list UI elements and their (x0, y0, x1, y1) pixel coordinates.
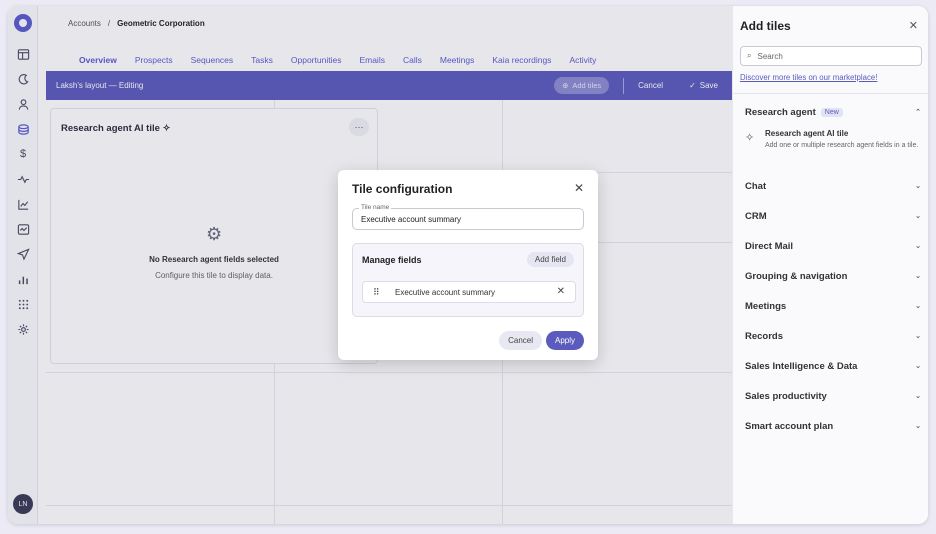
tile-option-title: Research agent AI tile (765, 129, 849, 138)
drag-handle-icon[interactable]: ⠿ (373, 287, 380, 298)
section-chat[interactable]: Chat ⌄ (745, 179, 921, 193)
tile-name-input[interactable]: Executive account summary (361, 215, 461, 224)
section-research-agent[interactable]: Research agent New ⌃ (745, 105, 921, 119)
chevron-down-icon: ⌄ (915, 183, 921, 190)
section-label: Records (745, 330, 784, 342)
section-label: Sales productivity (745, 390, 827, 402)
section-label: Chat (745, 180, 767, 192)
marketplace-link[interactable]: Discover more tiles on our marketplace! (740, 73, 877, 82)
add-field-button[interactable]: Add field (526, 252, 574, 267)
tile-configuration-modal: Tile configuration ✕ Tile name Executive… (338, 170, 598, 360)
cancel-button[interactable]: Cancel (499, 331, 542, 350)
app-window: $ LN Accounts / Geometric Corporation Ov… (8, 6, 928, 524)
section-sales-productivity[interactable]: Sales productivity ⌄ (745, 389, 921, 403)
search-placeholder: Search (757, 51, 783, 61)
section-sales-intelligence[interactable]: Sales Intelligence & Data ⌄ (745, 359, 921, 373)
section-meetings[interactable]: Meetings ⌄ (745, 299, 921, 313)
section-direct-mail[interactable]: Direct Mail ⌄ (745, 239, 921, 253)
section-label: Sales Intelligence & Data (745, 360, 858, 372)
section-label: Direct Mail (745, 240, 794, 252)
new-badge: New (820, 107, 843, 117)
section-smart-account-plan[interactable]: Smart account plan ⌄ (745, 419, 921, 433)
manage-fields-section: Manage fields Add field ⠿ Executive acco… (352, 243, 584, 317)
tile-name-field[interactable]: Tile name Executive account summary (352, 204, 584, 230)
field-row[interactable]: ⠿ Executive account summary ✕ (362, 281, 576, 303)
sparkle-icon: ✧ (745, 132, 755, 144)
section-label: CRM (745, 210, 767, 222)
close-icon[interactable]: ✕ (574, 181, 584, 195)
section-label: Grouping & navigation (745, 270, 848, 282)
remove-field-icon[interactable]: ✕ (557, 286, 565, 297)
chevron-down-icon: ⌄ (915, 363, 921, 370)
tile-search-input[interactable]: ⌕ Search (740, 46, 922, 66)
tile-name-label: Tile name (359, 204, 392, 211)
section-grouping-navigation[interactable]: Grouping & navigation ⌄ (745, 269, 921, 283)
search-icon: ⌕ (747, 51, 752, 60)
section-label: Research agent (745, 106, 816, 118)
chevron-down-icon: ⌄ (915, 333, 921, 340)
chevron-up-icon: ⌃ (915, 109, 921, 116)
chevron-down-icon: ⌄ (915, 303, 921, 310)
chevron-down-icon: ⌄ (915, 273, 921, 280)
panel-title: Add tiles (740, 19, 791, 33)
manage-fields-title: Manage fields (362, 255, 422, 265)
add-tiles-panel: Add tiles ✕ ⌕ Search Discover more tiles… (732, 6, 928, 524)
section-crm[interactable]: CRM ⌄ (745, 209, 921, 223)
apply-button[interactable]: Apply (545, 331, 584, 350)
chevron-down-icon: ⌄ (915, 213, 921, 220)
chevron-down-icon: ⌄ (915, 243, 921, 250)
chevron-down-icon: ⌄ (915, 423, 921, 430)
field-row-label: Executive account summary (395, 288, 496, 297)
section-label: Smart account plan (745, 420, 834, 432)
section-label: Meetings (745, 300, 787, 312)
tile-option-description: Add one or multiple research agent field… (765, 142, 919, 149)
modal-title: Tile configuration (352, 182, 453, 196)
panel-divider (733, 93, 928, 94)
panel-close-icon[interactable]: ✕ (909, 19, 918, 32)
chevron-down-icon: ⌄ (915, 393, 921, 400)
section-records[interactable]: Records ⌄ (745, 329, 921, 343)
